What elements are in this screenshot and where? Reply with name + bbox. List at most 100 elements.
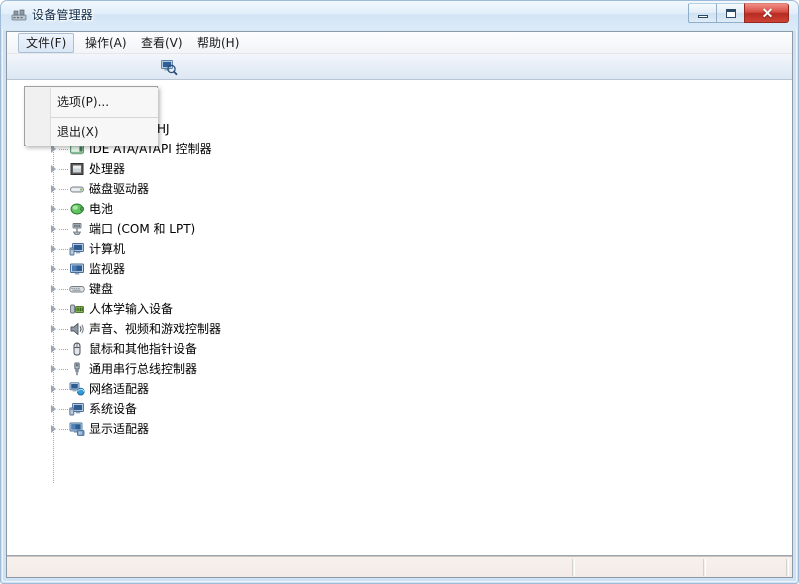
keyboard-icon [69,281,85,297]
tree-item-label: 磁盘驱动器 [89,182,150,196]
chevron-right-icon[interactable] [49,245,58,254]
chevron-right-icon[interactable] [49,365,58,374]
tree-item-12[interactable]: 通用串行总线控制器 [7,359,707,379]
sound-icon [69,321,85,337]
tree-item-14[interactable]: 系统设备 [7,399,707,419]
chevron-right-icon[interactable] [49,265,58,274]
minimize-button[interactable] [688,3,716,23]
status-bar [7,556,792,577]
tree-connector-line [59,269,68,271]
tree-connector-line [59,249,68,251]
status-separator-1 [572,559,575,576]
tree-item-13[interactable]: 网络适配器 [7,379,707,399]
battery-icon [69,201,85,217]
chevron-right-icon[interactable] [49,405,58,414]
tree-connector-line [59,189,68,191]
tree-connector-line [59,369,68,371]
tree-item-label: 系统设备 [89,402,138,416]
disk-drive-icon [69,181,85,197]
status-separator-2 [703,559,706,576]
tree-item-label: 监视器 [89,262,126,276]
tree-item-8[interactable]: 键盘 [7,279,707,299]
tree-item-label: 计算机 [89,242,126,256]
menu-item-options[interactable]: 选项(P)... [51,88,158,116]
menu-view[interactable]: 查看(V) [134,33,190,53]
chevron-right-icon[interactable] [49,305,58,314]
tree-item-label: 显示适配器 [89,422,150,436]
device-tree[interactable]: HJ IDE ATA/ATAPI 控制器 处理器 磁盘驱动器 电池 端口 (COM 和 … [7,80,792,556]
tree-connector-line [59,309,68,311]
menu-action[interactable]: 操作(A) [78,33,134,53]
maximize-button[interactable] [716,3,744,23]
chevron-right-icon[interactable] [49,225,58,234]
chevron-right-icon[interactable] [49,285,58,294]
menu-gutter [26,88,51,146]
computer-icon [69,241,85,257]
device-manager-icon [11,7,27,23]
tree-item-label: 人体学输入设备 [89,302,174,316]
tree-item-7[interactable]: 监视器 [7,259,707,279]
tree-item-2[interactable]: 处理器 [7,159,707,179]
window-title: 设备管理器 [32,8,94,22]
menu-help[interactable]: 帮助(H) [190,33,246,53]
menu-bar: 文件(F) 操作(A) 查看(V) 帮助(H) [7,32,792,54]
tree-item-label: 键盘 [89,282,114,296]
network-adapter-icon [69,381,85,397]
device-manager-window: 设备管理器 ✕ 文件(F) 操作(A) 查看(V) 帮助(H) HJ IDE A… [0,0,799,584]
chevron-right-icon[interactable] [49,165,58,174]
tree-item-label: 通用串行总线控制器 [89,362,198,376]
status-separator-3 [786,559,789,576]
tree-item-3[interactable]: 磁盘驱动器 [7,179,707,199]
tree-item-11[interactable]: 鼠标和其他指针设备 [7,339,707,359]
close-button[interactable]: ✕ [744,3,789,23]
menu-file[interactable]: 文件(F) [18,33,75,53]
monitor-icon [69,261,85,277]
tree-connector-line [59,409,68,411]
tree-connector-line [59,169,68,171]
tree-connector-line [59,289,68,291]
tree-connector-line [59,329,68,331]
tree-item-label: 端口 (COM 和 LPT) [89,222,196,236]
mouse-icon [69,341,85,357]
tree-item-9[interactable]: 人体学输入设备 [7,299,707,319]
chevron-right-icon[interactable] [49,425,58,434]
title-bar[interactable]: 设备管理器 ✕ [1,1,798,29]
ports-icon [69,221,85,237]
tree-item-10[interactable]: 声音、视频和游戏控制器 [7,319,707,339]
tree-item-6[interactable]: 计算机 [7,239,707,259]
tree-item-label: 电池 [89,202,114,216]
tree-item-label: 声音、视频和游戏控制器 [89,322,222,336]
chevron-right-icon[interactable] [49,185,58,194]
chevron-right-icon[interactable] [49,145,58,154]
tree-connector-line [59,349,68,351]
tree-item-label: 处理器 [89,162,126,176]
menu-item-exit[interactable]: 退出(X) [51,118,158,146]
close-icon: ✕ [761,5,774,21]
client-area: 文件(F) 操作(A) 查看(V) 帮助(H) HJ IDE ATA/ATAPI… [6,31,793,578]
tree-connector-line [59,229,68,231]
processor-icon [69,161,85,177]
tree-connector-line [59,389,68,391]
tree-item-5[interactable]: 端口 (COM 和 LPT) [7,219,707,239]
system-devices-icon [69,401,85,417]
usb-icon [69,361,85,377]
tree-connector-line [59,149,68,151]
scan-hardware-changes-icon[interactable] [160,58,178,76]
toolbar [7,54,792,80]
tree-item-15[interactable]: 显示适配器 [7,419,707,439]
tree-item-label: 鼠标和其他指针设备 [89,342,198,356]
tree-connector-line [59,209,68,211]
maximize-icon [726,9,736,18]
chevron-right-icon[interactable] [49,325,58,334]
chevron-right-icon[interactable] [49,345,58,354]
file-menu-dropdown[interactable]: 选项(P)... 退出(X) [24,86,158,146]
display-adapter-icon [69,421,85,437]
menu-body: 选项(P)... 退出(X) [51,88,158,146]
tree-root-label: HJ [157,122,170,136]
chevron-right-icon[interactable] [49,205,58,214]
tree-item-4[interactable]: 电池 [7,199,707,219]
chevron-right-icon[interactable] [49,385,58,394]
tree-item-label: 网络适配器 [89,382,150,396]
hid-icon [69,301,85,317]
minimize-icon [698,15,708,18]
